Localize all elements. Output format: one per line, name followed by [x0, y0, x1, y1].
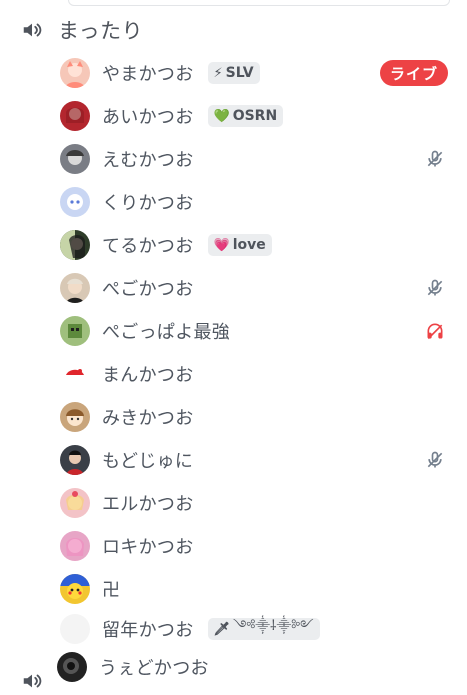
username: ロキかつお	[102, 537, 194, 558]
top-edge-divider	[68, 0, 450, 6]
user-avatar	[60, 574, 90, 604]
user-avatar	[60, 187, 90, 217]
tag-label: love	[232, 237, 266, 253]
username: もどじゅに	[102, 451, 194, 472]
green-heart-icon: 💚	[213, 108, 230, 124]
voice-user-row[interactable]: みきかつお	[60, 400, 460, 434]
user-avatar	[60, 445, 90, 475]
user-tag: 💚 OSRN	[207, 105, 284, 127]
voice-channel-panel: まったり やまかつお ⚡ SLV ライブ あいかつお 💚 OSRN えむかつお	[0, 0, 467, 695]
mic-muted-icon[interactable]	[424, 277, 446, 299]
user-avatar	[60, 488, 90, 518]
tag-label: SLV	[225, 65, 254, 81]
lightning-icon: ⚡	[213, 65, 223, 81]
username: みきかつお	[102, 408, 194, 429]
voice-user-row[interactable]: 留年かつお 🗡 ༺⸎⸸⸎༻	[60, 612, 460, 646]
username: まんかつお	[102, 365, 194, 386]
username: てるかつお	[102, 236, 194, 257]
speaker-icon	[20, 18, 44, 42]
mic-muted-icon[interactable]	[424, 148, 446, 170]
voice-user-row[interactable]: ぺごっぱよ最強	[60, 314, 460, 348]
voice-user-row[interactable]: あいかつお 💚 OSRN	[60, 99, 460, 133]
headset-deafened-icon[interactable]	[424, 320, 446, 342]
user-avatar	[60, 144, 90, 174]
sword-icon: 🗡	[213, 621, 231, 637]
user-tag: 🗡 ༺⸎⸸⸎༻	[207, 618, 320, 640]
channel-name: まったり	[58, 19, 144, 43]
voice-user-row[interactable]: うぇどかつお	[57, 650, 457, 684]
voice-user-row[interactable]: まんかつお	[60, 357, 460, 391]
user-avatar	[60, 531, 90, 561]
voice-user-row[interactable]: ロキかつお	[60, 529, 460, 563]
voice-user-row[interactable]: くりかつお	[60, 185, 460, 219]
user-avatar	[60, 402, 90, 432]
user-avatar	[60, 273, 90, 303]
voice-user-row[interactable]: えむかつお	[60, 142, 460, 176]
user-avatar	[60, 101, 90, 131]
username: 卍	[102, 580, 121, 601]
tag-label: OSRN	[232, 108, 278, 124]
user-tag: ⚡ SLV	[207, 62, 260, 84]
voice-user-row[interactable]: やまかつお ⚡ SLV ライブ	[60, 56, 460, 90]
username: 留年かつお	[102, 620, 194, 641]
username: くりかつお	[102, 193, 194, 214]
mic-muted-icon[interactable]	[424, 449, 446, 471]
voice-channel-header[interactable]: まったり	[20, 12, 143, 48]
voice-user-row[interactable]: てるかつお 💗 love	[60, 228, 460, 262]
username: やまかつお	[102, 64, 194, 85]
tag-label: ༺⸎⸸⸎༻	[233, 618, 314, 634]
live-badge[interactable]: ライブ	[379, 60, 448, 86]
voice-user-row[interactable]: エルかつお	[60, 486, 460, 520]
username: えむかつお	[102, 150, 194, 171]
username: エルかつお	[102, 494, 194, 515]
user-tag: 💗 love	[207, 234, 272, 256]
username: うぇどかつお	[99, 658, 209, 679]
user-avatar	[60, 614, 90, 644]
user-avatar	[60, 359, 90, 389]
user-avatar	[60, 58, 90, 88]
user-avatar	[60, 316, 90, 346]
speaker-icon	[20, 669, 44, 693]
user-avatar	[57, 652, 87, 682]
username: あいかつお	[102, 107, 194, 128]
pink-heart-icon: 💗	[213, 237, 230, 253]
voice-user-row[interactable]: 卍	[60, 572, 460, 606]
voice-user-row[interactable]: ぺごかつお	[60, 271, 460, 305]
user-avatar	[60, 230, 90, 260]
voice-channel-header-2[interactable]	[20, 666, 58, 695]
username: ぺごかつお	[102, 279, 194, 300]
username: ぺごっぱよ最強	[102, 322, 231, 343]
voice-user-row[interactable]: もどじゅに	[60, 443, 460, 477]
